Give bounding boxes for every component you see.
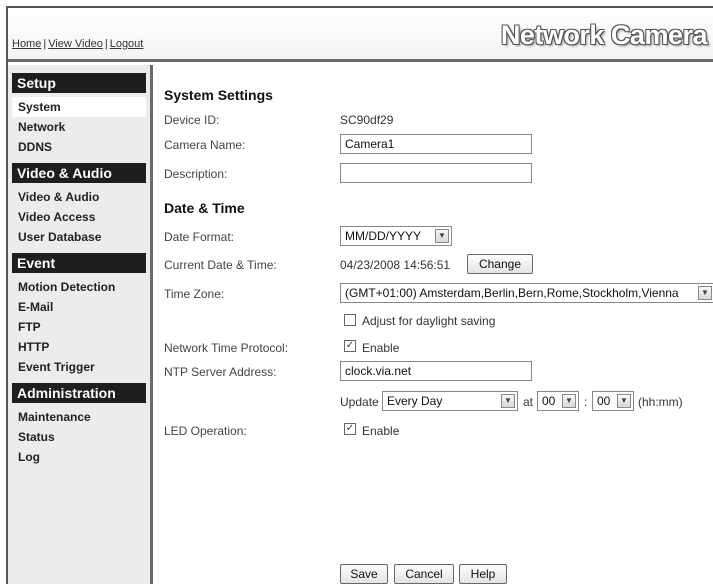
dst-label: Adjust for daylight saving — [362, 314, 496, 328]
update-frequency-select[interactable]: Every Day ▼ — [382, 391, 518, 411]
ntp-server-label: NTP Server Address: — [164, 365, 277, 379]
device-id-label: Device ID: — [164, 113, 220, 127]
ntp-server-input[interactable]: clock.via.net — [340, 361, 532, 381]
time-zone-select[interactable]: (GMT+01:00) Amsterdam,Berlin,Bern,Rome,S… — [340, 283, 713, 303]
date-format-value: MM/DD/YYYY — [345, 229, 422, 243]
ntp-enable-checkbox[interactable]: ✓ — [344, 340, 356, 352]
sidebar-item-http[interactable]: HTTP — [12, 337, 146, 357]
minute-select[interactable]: 00 ▼ — [592, 391, 634, 411]
date-format-select[interactable]: MM/DD/YYYY ▼ — [340, 226, 452, 246]
sidebar-item-system[interactable]: System — [12, 97, 146, 117]
sidebar-item-network[interactable]: Network — [12, 117, 146, 137]
brand-logo: Network Camera — [500, 20, 708, 50]
top-nav: Home | View Video | Logout — [12, 38, 143, 50]
nav-separator: | — [104, 38, 108, 50]
hour-value: 00 — [542, 394, 556, 408]
main-content: System Settings Device ID: SC90df29 Came… — [156, 65, 713, 584]
time-colon: : — [584, 395, 588, 409]
device-id-value: SC90df29 — [340, 113, 394, 127]
hhmm-label: (hh:mm) — [638, 395, 683, 409]
current-date-time-label: Current Date & Time: — [164, 258, 277, 272]
home-link[interactable]: Home — [12, 38, 41, 50]
sidebar-item-email[interactable]: E-Mail — [12, 297, 146, 317]
cancel-button[interactable]: Cancel — [394, 564, 454, 584]
sidebar-section-setup: Setup — [12, 73, 146, 93]
view-video-link[interactable]: View Video — [48, 38, 103, 50]
led-enable-label: Enable — [362, 424, 400, 438]
save-button[interactable]: Save — [340, 564, 388, 584]
led-operation-label: LED Operation: — [164, 424, 247, 438]
chevron-down-icon: ▼ — [698, 286, 712, 300]
chevron-down-icon: ▼ — [562, 394, 576, 408]
sidebar-item-motion-detection[interactable]: Motion Detection — [12, 277, 146, 297]
system-settings-heading: System Settings — [164, 87, 273, 103]
date-format-label: Date Format: — [164, 230, 235, 244]
help-button[interactable]: Help — [459, 564, 507, 584]
sidebar-item-log[interactable]: Log — [12, 447, 146, 467]
logout-link[interactable]: Logout — [110, 38, 144, 50]
description-input[interactable] — [340, 163, 532, 183]
camera-name-label: Camera Name: — [164, 138, 246, 152]
time-zone-value: (GMT+01:00) Amsterdam,Berlin,Bern,Rome,S… — [345, 286, 679, 300]
sidebar-item-maintenance[interactable]: Maintenance — [12, 407, 146, 427]
sidebar-item-event-trigger[interactable]: Event Trigger — [12, 357, 146, 377]
sidebar-item-user-database[interactable]: User Database — [12, 227, 146, 247]
ntp-enable-label: Enable — [362, 341, 400, 355]
sidebar-item-status[interactable]: Status — [12, 427, 146, 447]
sidebar: Setup System Network DDNS Video & Audio … — [8, 65, 153, 584]
current-date-time-value: 04/23/2008 14:56:51 — [340, 258, 451, 272]
hour-select[interactable]: 00 ▼ — [537, 391, 579, 411]
app-frame: Home | View Video | Logout Network Camera Se… — [6, 6, 713, 584]
change-button[interactable]: Change — [467, 254, 533, 274]
dst-checkbox[interactable] — [344, 314, 356, 326]
camera-name-input[interactable]: Camera1 — [340, 134, 532, 154]
ntp-label: Network Time Protocol: — [164, 341, 289, 355]
sidebar-item-video-access[interactable]: Video Access — [12, 207, 146, 227]
time-zone-label: Time Zone: — [164, 287, 225, 301]
chevron-down-icon: ▼ — [617, 394, 631, 408]
update-frequency-value: Every Day — [387, 394, 443, 408]
sidebar-item-ddns[interactable]: DDNS — [12, 137, 146, 157]
at-label: at — [523, 395, 534, 409]
nav-separator: | — [43, 38, 47, 50]
sidebar-item-video-audio[interactable]: Video & Audio — [12, 187, 146, 207]
sidebar-section-video-audio: Video & Audio — [12, 163, 146, 183]
header: Home | View Video | Logout Network Camera — [8, 8, 713, 62]
sidebar-section-event: Event — [12, 253, 146, 273]
chevron-down-icon: ▼ — [435, 229, 449, 243]
description-label: Description: — [164, 167, 228, 181]
sidebar-section-administration: Administration — [12, 383, 146, 403]
sidebar-item-ftp[interactable]: FTP — [12, 317, 146, 337]
chevron-down-icon: ▼ — [501, 394, 515, 408]
minute-value: 00 — [597, 394, 611, 408]
date-time-heading: Date & Time — [164, 200, 245, 216]
led-enable-checkbox[interactable]: ✓ — [344, 423, 356, 435]
update-label: Update — [340, 395, 379, 409]
